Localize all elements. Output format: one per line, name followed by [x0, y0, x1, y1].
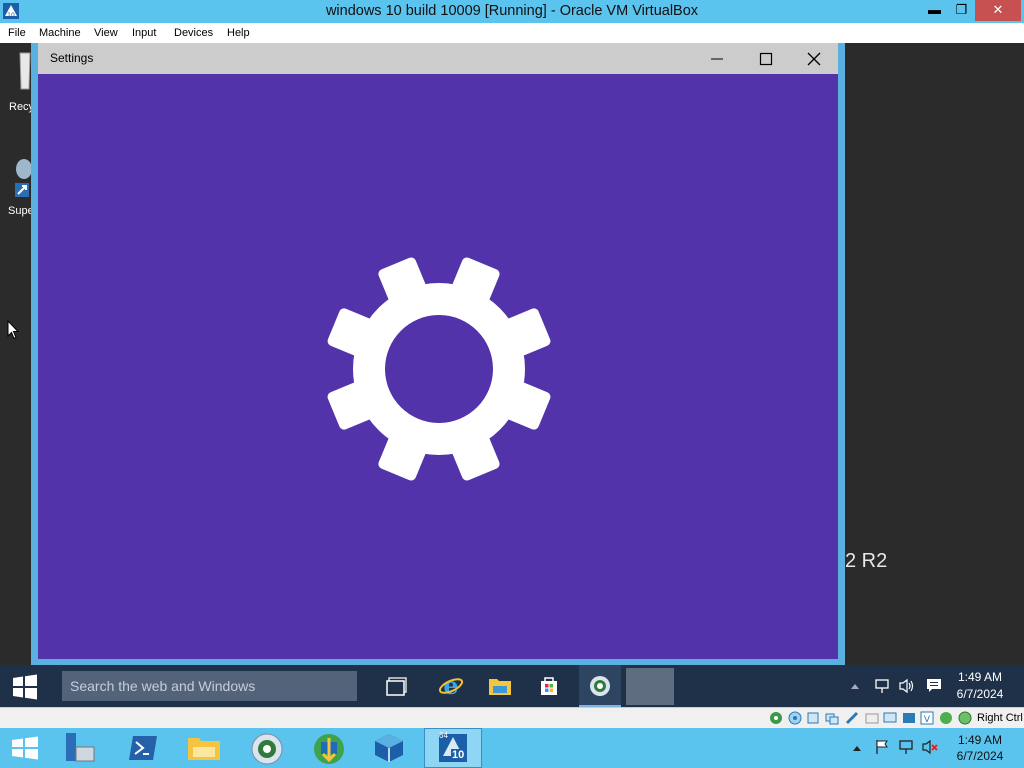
settings-title: Settings [50, 51, 94, 65]
menu-bar: File Machine View Input Devices Help [0, 23, 1024, 44]
host-active-vm-button[interactable]: 64 10 [424, 728, 482, 768]
vm-badge-label: 10 [451, 749, 466, 761]
action-center-icon[interactable] [926, 678, 942, 694]
powershell-icon[interactable] [128, 734, 158, 762]
desktop-icon-label: Supe [8, 205, 34, 217]
menu-machine[interactable]: Machine [39, 23, 81, 43]
menu-input[interactable]: Input [132, 23, 156, 43]
menu-help[interactable]: Help [227, 23, 250, 43]
menu-view[interactable]: View [94, 23, 118, 43]
host-key-label: Right Ctrl [977, 712, 1023, 724]
minimize-button[interactable]: ▬ [921, 0, 948, 21]
vbox-titlebar[interactable]: 10 windows 10 build 10009 [Running] - Or… [0, 0, 1024, 23]
settings-maximize-button[interactable] [751, 48, 781, 70]
host-clock-time: 1:49 AM [957, 733, 1003, 747]
video-capture-status-icon[interactable] [902, 711, 916, 725]
svg-text:e: e [443, 673, 458, 699]
settings-splash [38, 74, 838, 659]
search-input[interactable] [62, 671, 357, 701]
desktop-watermark-text: 2 R2 [845, 550, 888, 572]
host-show-hidden-icons-icon[interactable] [853, 745, 861, 751]
settings-minimize-button[interactable] [702, 48, 732, 70]
guest-clock[interactable]: 1:49 AM 6/7/2024 [948, 669, 1012, 703]
virtualbox-manager-icon[interactable] [373, 732, 405, 764]
store-icon[interactable] [538, 675, 560, 697]
gear-icon [327, 257, 551, 481]
svg-text:V: V [924, 715, 931, 725]
show-hidden-icons-icon[interactable] [851, 683, 859, 689]
menu-devices[interactable]: Devices [174, 23, 213, 43]
usb-status-icon[interactable] [845, 711, 859, 725]
volume-icon[interactable] [898, 678, 916, 694]
virtualization-status-icon[interactable]: V [920, 711, 934, 725]
maximize-button[interactable]: ❐ [948, 0, 975, 21]
host-file-explorer-icon[interactable] [187, 734, 221, 762]
hard-disk-status-icon[interactable] [769, 711, 783, 725]
taskbar-app-button[interactable] [626, 668, 674, 705]
settings-window: Settings [31, 43, 845, 665]
recycle-bin-icon[interactable] [18, 49, 32, 93]
server-manager-icon[interactable] [63, 731, 97, 765]
audio-status-icon[interactable] [806, 711, 820, 725]
host-volume-muted-icon[interactable] [921, 739, 939, 755]
guest-clock-time: 1:49 AM [957, 670, 1003, 684]
host-clock[interactable]: 1:49 AM 6/7/2024 [948, 732, 1012, 764]
network-status-icon[interactable] [825, 711, 839, 725]
flag-icon[interactable] [874, 739, 890, 755]
vm-bits-label: 64 [439, 731, 448, 740]
download-manager-icon[interactable] [311, 732, 347, 766]
search-box[interactable] [62, 671, 357, 701]
guest-taskbar: e 1:49 AM 6/7/2024 [0, 665, 1024, 707]
host-taskbar: 64 10 1:49 AM 6/7/2024 [0, 728, 1024, 768]
window-title: windows 10 build 10009 [Running] - Oracl… [325, 3, 699, 19]
close-button[interactable]: ✕ [975, 0, 1021, 21]
mouse-cursor-icon [7, 320, 19, 340]
display-status-icon[interactable] [883, 711, 897, 725]
menu-file[interactable]: File [8, 23, 26, 43]
settings-app-icon [590, 676, 610, 696]
host-clock-date: 6/7/2024 [956, 749, 1004, 763]
host-start-button-icon[interactable] [11, 736, 39, 760]
browser-icon[interactable] [250, 732, 284, 766]
guest-additions-status-icon[interactable] [939, 711, 953, 725]
vbox-status-bar: V Right Ctrl [0, 707, 1024, 729]
settings-titlebar[interactable]: Settings [38, 43, 838, 74]
task-view-icon[interactable] [385, 676, 409, 698]
settings-close-button[interactable] [799, 48, 829, 70]
shortcut-icon[interactable] [14, 157, 32, 197]
start-button-icon[interactable] [12, 674, 38, 700]
network-icon[interactable] [874, 678, 890, 694]
internet-explorer-icon[interactable]: e [438, 673, 464, 699]
taskbar-active-app[interactable] [579, 665, 621, 707]
mouse-integration-status-icon[interactable] [958, 711, 972, 725]
host-network-icon[interactable] [898, 739, 914, 755]
guest-clock-date: 6/7/2024 [956, 687, 1004, 701]
file-explorer-icon[interactable] [488, 675, 512, 697]
shared-folders-status-icon[interactable] [865, 711, 879, 725]
optical-drive-status-icon[interactable] [788, 711, 802, 725]
